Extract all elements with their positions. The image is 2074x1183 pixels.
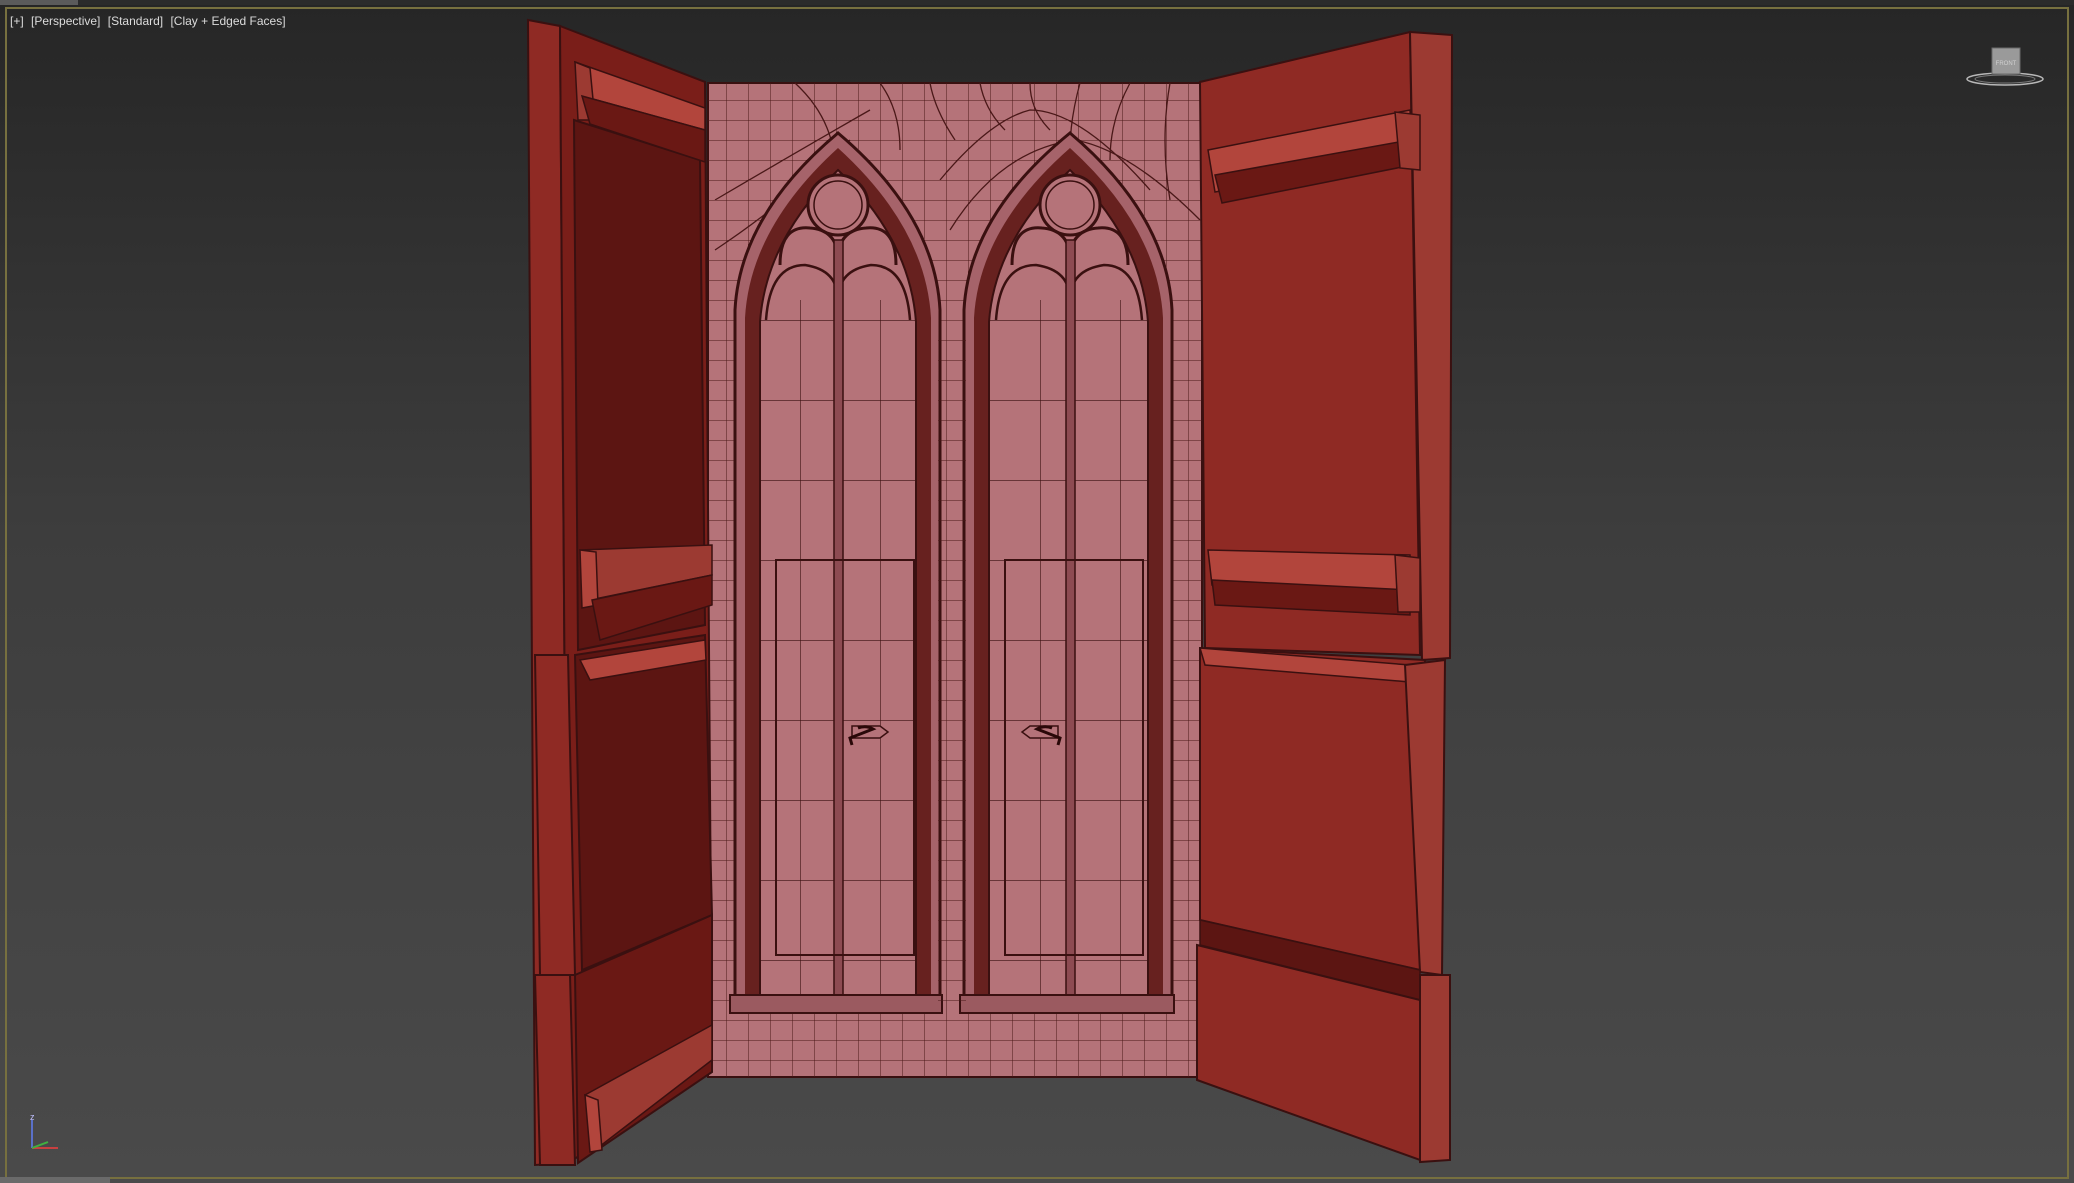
perspective-viewport[interactable]: [+] [Perspective] [Standard] [Clay + Edg…: [0, 0, 2074, 1183]
viewport-view-menu[interactable]: [Perspective]: [31, 14, 100, 28]
viewport-label-menu: [+] [Perspective] [Standard] [Clay + Edg…: [10, 14, 290, 30]
scene-model: [526, 18, 1454, 1167]
axis-z-label: z: [30, 1112, 35, 1122]
left-shutter[interactable]: [526, 18, 714, 1167]
axis-tripod-icon: z: [22, 1112, 68, 1158]
viewcube-icon[interactable]: FRONT: [1965, 44, 2045, 90]
right-shutter[interactable]: [1196, 30, 1454, 1164]
viewcube-face-label: FRONT: [1996, 61, 2017, 67]
center-pillar: [938, 330, 966, 1010]
right-gothic-window[interactable]: [959, 131, 1175, 1014]
viewport-bottom-strip: [0, 1177, 110, 1183]
viewport-shading-menu[interactable]: [Clay + Edged Faces]: [170, 14, 285, 28]
viewport-plus-menu[interactable]: [+]: [10, 14, 24, 28]
left-gothic-window[interactable]: [729, 131, 943, 1014]
viewport-standard-menu[interactable]: [Standard]: [108, 14, 163, 28]
